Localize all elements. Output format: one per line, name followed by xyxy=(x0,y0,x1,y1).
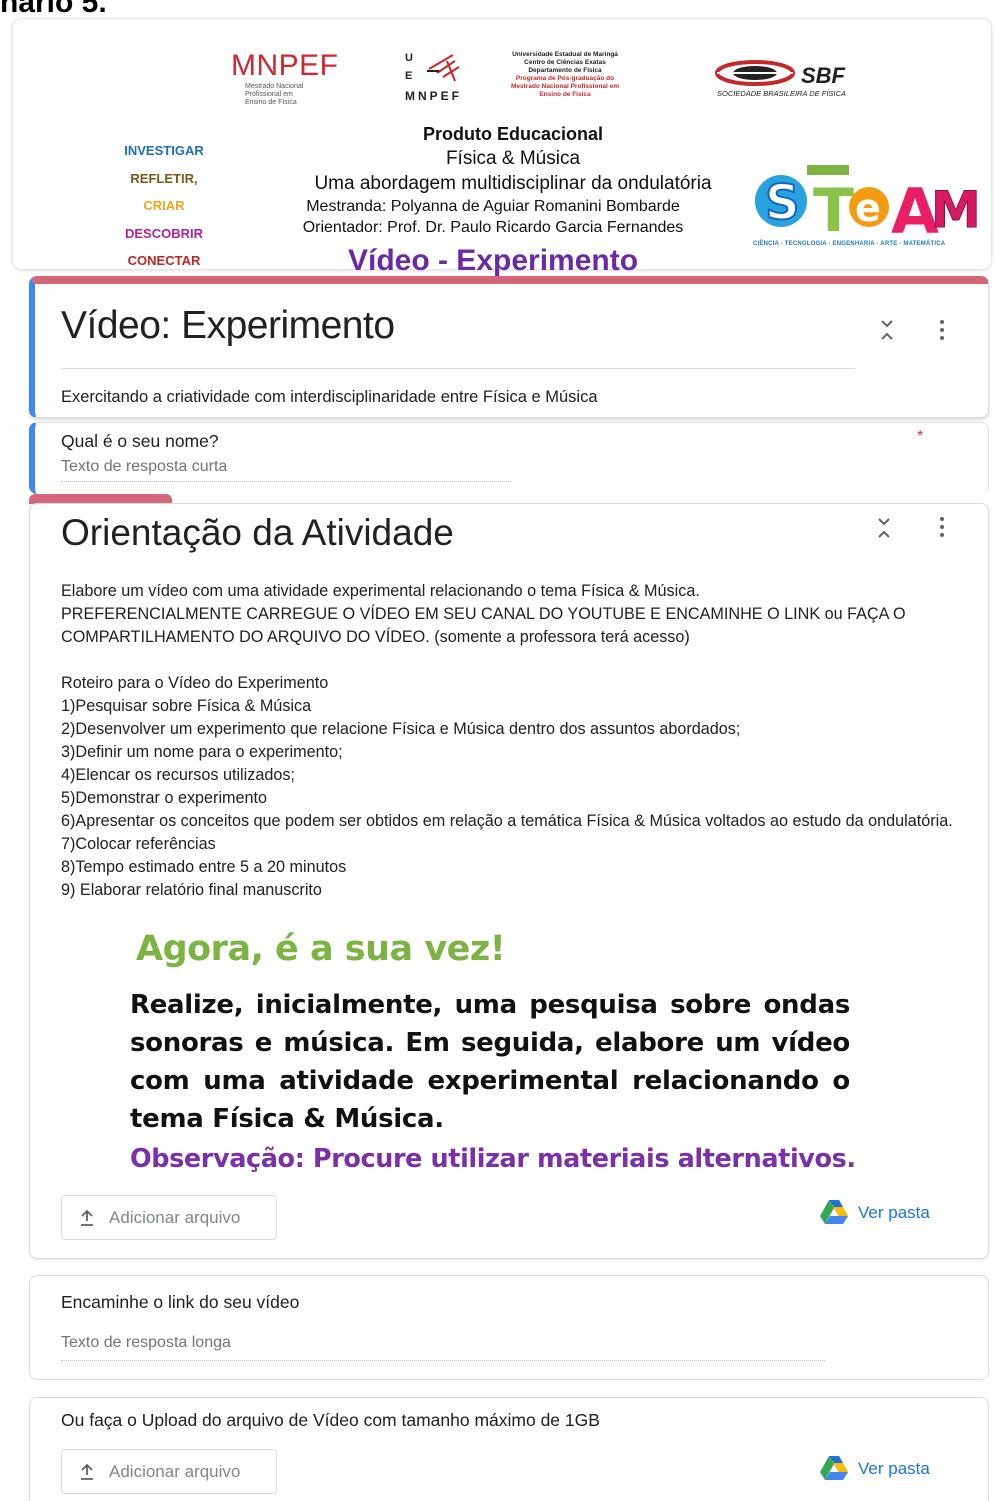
upload-icon xyxy=(81,1209,93,1226)
product-title: Produto Educacional xyxy=(422,124,604,144)
collapse-icon[interactable] xyxy=(874,514,894,542)
product-info: Produto Educacional Física & Música Uma … xyxy=(273,122,753,278)
section-title: Orientação da Atividade xyxy=(61,512,454,553)
google-drive-icon xyxy=(820,1456,848,1480)
question-label: Qual é o seu nome? xyxy=(61,431,219,451)
svg-text:T: T xyxy=(813,176,854,241)
short-answer-field[interactable]: Texto de resposta curta xyxy=(61,458,227,476)
product-line: Uma abordagem multidisciplinar da ondula… xyxy=(314,173,712,194)
answer-underline xyxy=(61,481,511,482)
advisor-name: Orientador: Prof. Dr. Paulo Ricardo Garc… xyxy=(302,219,684,236)
question-label: Encaminhe o link do seu vídeo xyxy=(61,1292,300,1312)
form-header-card: Vídeo: Experimento Exercitando a criativ… xyxy=(29,276,989,418)
uem-institution-text: Universidade Estadual de Maringá Centro … xyxy=(510,51,619,98)
more-vert-icon[interactable] xyxy=(937,320,947,346)
question-label: Ou faça o Upload do arquivo de Vídeo com… xyxy=(61,1410,600,1430)
answer-underline xyxy=(61,1360,825,1361)
section-intro: Elabore um vídeo com uma atividade exper… xyxy=(61,582,906,646)
form-title: Vídeo: Experimento xyxy=(61,304,395,347)
long-answer-field[interactable]: Texto de resposta longa xyxy=(61,1334,231,1352)
list-item: 8)Tempo estimado entre 5 a 20 minutos xyxy=(61,858,347,876)
view-folder-link[interactable]: Ver pasta xyxy=(820,1456,930,1485)
svg-text:M: M xyxy=(931,181,981,239)
more-vert-icon[interactable] xyxy=(937,517,947,543)
add-file-button[interactable]: Adicionar arquivo xyxy=(61,1449,277,1494)
view-folder-link[interactable]: Ver pasta xyxy=(820,1200,930,1229)
sbf-logo: SBF SOCIEDADE BRASILEIRA DE FÍSICA xyxy=(715,60,846,98)
list-item: 2)Desenvolver um experimento que relacio… xyxy=(61,720,741,738)
svg-text:e: e xyxy=(855,186,881,230)
title-divider xyxy=(61,368,855,369)
student-name: Mestranda: Polyanna de Aguiar Romanini B… xyxy=(306,198,680,215)
script-title: Roteiro para o Vídeo do Experimento xyxy=(61,674,329,692)
question-card-name: Qual é o seu nome? * Texto de resposta c… xyxy=(29,422,989,494)
callout-text: Realize, inicialmente, uma pesquisa sobr… xyxy=(130,990,850,1134)
banner-image: MNPEF Mestrado Nacional Profissional em … xyxy=(12,18,992,277)
callout-heading: Agora, é a sua vez! xyxy=(136,929,506,969)
callout-note: Observação: Procure utilizar materiais a… xyxy=(130,1144,856,1174)
steam-logo: S T e A M CIÊNCIA - TECNOLOGIA - ENGENHA… xyxy=(751,161,983,257)
list-item: 6)Apresentar os conceitos que podem ser … xyxy=(61,812,953,830)
add-file-button[interactable]: Adicionar arquivo xyxy=(61,1195,277,1240)
product-subtitle: Física & Música xyxy=(445,148,581,169)
google-drive-icon xyxy=(820,1200,848,1224)
video-title: Vídeo - Experimento xyxy=(347,244,639,277)
list-item: 3)Definir um nome para o experimento; xyxy=(61,743,343,761)
uem-logo: U E MNPEF xyxy=(405,49,491,105)
collapse-icon[interactable] xyxy=(877,316,897,344)
question-card-upload: Ou faça o Upload do arquivo de Vídeo com… xyxy=(29,1397,989,1501)
list-item: 1)Pesquisar sobre Física & Música xyxy=(61,697,312,715)
required-star: * xyxy=(917,428,924,445)
script-list: Roteiro para o Vídeo do Experimento 1)Pe… xyxy=(61,672,971,902)
mnpef-logo: MNPEF Mestrado Nacional Profissional em … xyxy=(231,49,339,106)
upload-icon xyxy=(81,1463,93,1480)
list-item: 9) Elaborar relatório final manuscrito xyxy=(61,881,322,899)
list-item: 4)Elencar os recursos utilizados; xyxy=(61,766,295,784)
svg-text:S: S xyxy=(765,175,800,231)
steps-list: INVESTIGAR REFLETIR, CRIAR DESCOBRIR CON… xyxy=(124,143,204,268)
question-card-link: Encaminhe o link do seu vídeo Texto de r… xyxy=(29,1275,989,1380)
form-description: Exercitando a criatividade com interdisc… xyxy=(61,388,598,406)
list-item: 7)Colocar referências xyxy=(61,835,216,853)
page-heading-fragment: nário 5. xyxy=(0,0,107,19)
svg-text:SBF: SBF xyxy=(801,63,846,88)
list-item: 5)Demonstrar o experimento xyxy=(61,789,268,807)
section-card: Orientação da Atividade Elabore um vídeo… xyxy=(29,503,989,1259)
uem-emblem-icon xyxy=(427,54,460,82)
